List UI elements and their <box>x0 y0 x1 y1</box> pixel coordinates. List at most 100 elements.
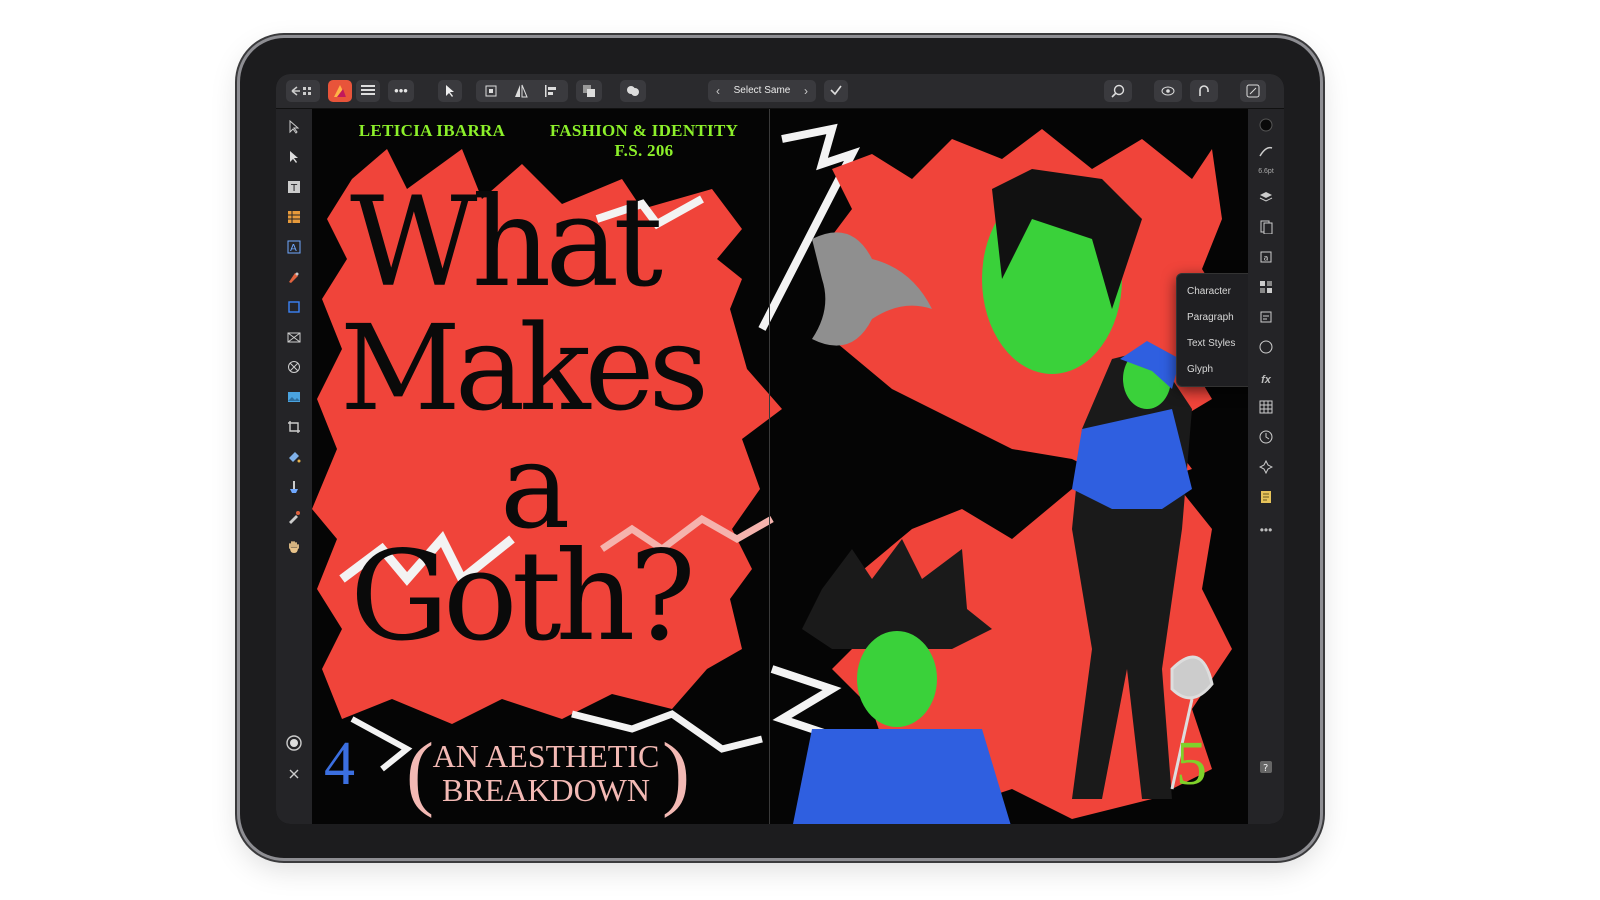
zoom-icon <box>1111 84 1125 98</box>
commit-button[interactable] <box>824 80 848 102</box>
hamburger-icon <box>361 85 375 95</box>
app-screen: ••• ‹ Select Same › T A LETICIA IBARRA F… <box>276 74 1284 824</box>
grid-studio-button[interactable] <box>1254 399 1278 421</box>
frame-text-tool-button[interactable]: T <box>282 179 306 201</box>
artistic-text-tool-button[interactable]: A <box>282 239 306 261</box>
stroke-size-label: 6.6pt <box>1258 168 1274 175</box>
close-icon <box>289 769 299 779</box>
back-to-documents-button[interactable] <box>286 80 320 102</box>
pen-tool-button[interactable] <box>282 269 306 291</box>
effects-studio-button[interactable]: fx <box>1254 369 1278 391</box>
frame-text-icon: T <box>288 181 300 194</box>
assets-icon <box>1260 281 1272 293</box>
document-canvas[interactable]: LETICIA IBARRA FASHION & IDENTITY F.S. 2… <box>312 109 1248 824</box>
title-line-makes[interactable]: Makes <box>340 309 709 427</box>
title-line-goth[interactable]: Goth? <box>350 535 696 659</box>
checkmark-icon <box>830 85 842 96</box>
node-tool-button[interactable] <box>282 119 306 141</box>
rectangle-tool-button[interactable] <box>282 299 306 321</box>
ellipse-frame-tool-button[interactable] <box>282 359 306 381</box>
history-studio-button[interactable] <box>1254 429 1278 451</box>
history-clock-icon <box>1259 430 1273 444</box>
picture-frame-tool-button[interactable] <box>282 329 306 351</box>
align-left-icon <box>545 85 556 97</box>
course-number: F.S. 206 <box>614 141 674 160</box>
back-grid-icon <box>291 86 311 96</box>
rectangle-icon <box>288 301 300 313</box>
close-tools-button[interactable] <box>282 765 306 787</box>
transform-crosshair-icon <box>1258 459 1274 475</box>
more-studios-button[interactable]: ••• <box>1254 519 1278 541</box>
title-line-what[interactable]: What <box>350 181 663 305</box>
text-frame-icon: a <box>1260 251 1272 263</box>
quick-menu-button[interactable] <box>282 735 306 757</box>
white-lightning-left-bottom <box>350 716 413 772</box>
snapping-magnet-icon <box>1199 85 1209 96</box>
boolean-button[interactable] <box>620 80 646 102</box>
ipad-device: ••• ‹ Select Same › T A LETICIA IBARRA F… <box>240 38 1320 858</box>
move-tool-left-button[interactable] <box>282 149 306 171</box>
arrange-icon <box>583 85 595 97</box>
eye-icon <box>1161 86 1175 96</box>
notes-studio-button[interactable] <box>1254 489 1278 511</box>
transform-button[interactable] <box>478 80 504 102</box>
grid-icon <box>1259 400 1273 414</box>
stroke-icon <box>1259 146 1273 157</box>
snapping-button[interactable] <box>1190 80 1218 102</box>
layers-studio-button[interactable] <box>1254 189 1278 211</box>
assets-studio-button[interactable] <box>1254 279 1278 301</box>
app-logo-button[interactable] <box>328 80 352 102</box>
text-context-menu: Character Paragraph Text Styles Glyph <box>1176 273 1248 387</box>
help-button[interactable]: ? <box>1254 759 1278 781</box>
right-studio-panel: 6.6pt a fx ••• ? <box>1248 109 1284 824</box>
color-picker-tool-button[interactable] <box>282 509 306 531</box>
left-tools-panel: T A <box>276 109 312 824</box>
subtitle-line-1: AN AESTHETIC <box>432 738 660 774</box>
layers-icon <box>1259 192 1273 202</box>
view-tool-button[interactable] <box>282 539 306 561</box>
pen-icon <box>289 272 299 283</box>
move-tool-button[interactable] <box>438 80 462 102</box>
resource-manager-button[interactable] <box>1254 309 1278 331</box>
spread-spine <box>769 109 770 824</box>
hide-guides-button[interactable] <box>1154 80 1182 102</box>
compass-icon <box>1259 340 1273 354</box>
fill-bucket-icon <box>289 452 301 463</box>
picture-frame-icon <box>287 332 301 343</box>
crop-tool-button[interactable] <box>282 419 306 441</box>
menu-item-paragraph[interactable]: Paragraph <box>1187 312 1234 323</box>
color-studio-button[interactable] <box>1254 117 1278 139</box>
chevron-right-icon[interactable]: › <box>800 80 812 102</box>
color-swatch-icon <box>1259 118 1273 132</box>
flip-button[interactable] <box>508 80 534 102</box>
punk-top <box>793 729 1011 824</box>
move-arrow-icon <box>290 151 298 163</box>
artistic-text-icon: A <box>287 240 301 254</box>
zoom-button[interactable] <box>1104 80 1132 102</box>
arrange-button[interactable] <box>576 80 602 102</box>
menu-button[interactable] <box>356 80 380 102</box>
notes-icon <box>1261 491 1271 503</box>
place-image-tool-button[interactable] <box>282 389 306 411</box>
affinity-logo-icon <box>334 85 346 97</box>
more-options-button[interactable]: ••• <box>388 80 414 102</box>
table-tool-button[interactable] <box>282 209 306 231</box>
svg-text:a: a <box>1264 254 1269 263</box>
fill-tool-button[interactable] <box>282 449 306 471</box>
chevron-left-icon[interactable]: ‹ <box>712 80 724 102</box>
hand-icon <box>289 541 299 553</box>
pages-studio-button[interactable] <box>1254 219 1278 241</box>
menu-item-character[interactable]: Character <box>1187 286 1231 297</box>
align-button[interactable] <box>538 80 564 102</box>
navigator-studio-button[interactable] <box>1254 339 1278 361</box>
transparency-tool-button[interactable] <box>282 479 306 501</box>
menu-item-text-styles[interactable]: Text Styles <box>1187 338 1235 349</box>
fx-icon: fx <box>1261 374 1271 386</box>
transform-studio-button[interactable] <box>1254 459 1278 481</box>
menu-item-glyph[interactable]: Glyph <box>1187 364 1213 375</box>
personas-button[interactable] <box>1240 80 1266 102</box>
svg-text:?: ? <box>1263 763 1268 774</box>
select-same-control[interactable]: ‹ Select Same › <box>708 80 816 102</box>
text-frame-studio-button[interactable]: a <box>1254 249 1278 271</box>
cursor-arrow-icon <box>446 85 454 97</box>
